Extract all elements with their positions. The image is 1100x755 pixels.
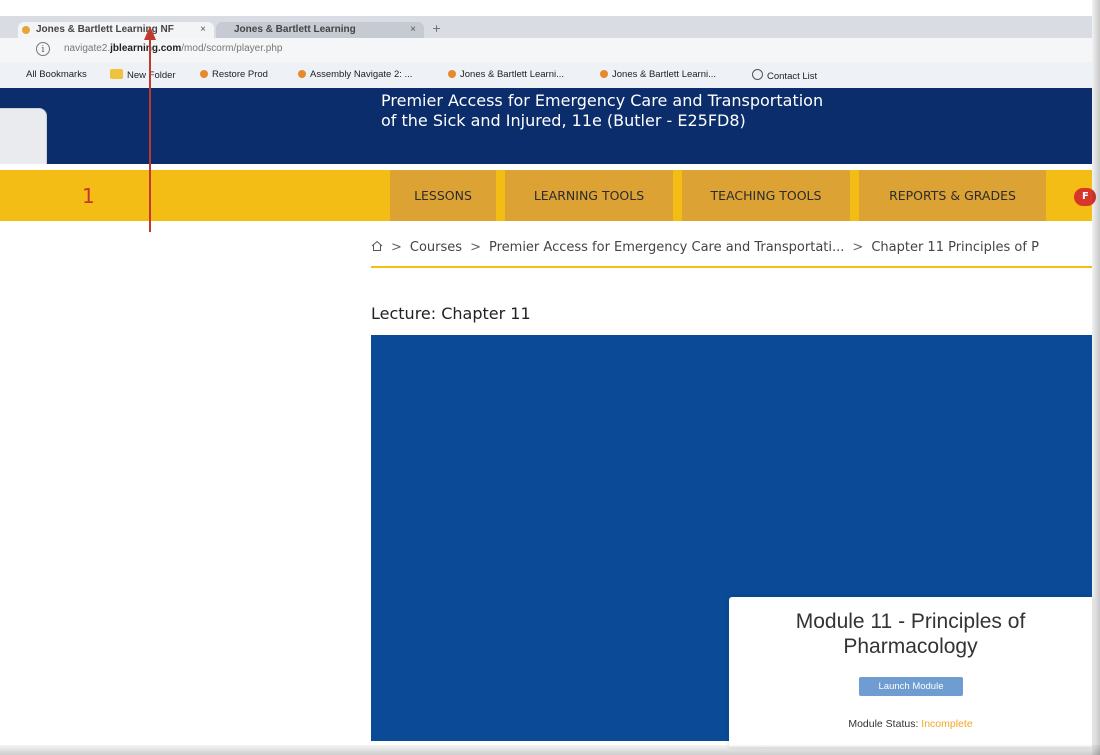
module-status-value: Incomplete — [921, 718, 973, 730]
breadcrumb-separator: > — [852, 240, 864, 255]
breadcrumb-chapter[interactable]: Chapter 11 Principles of P — [871, 240, 1039, 255]
module-title-line2: Pharmacology — [843, 635, 978, 658]
frame-shadow-right — [1092, 0, 1100, 755]
breadcrumb-courses[interactable]: Courses — [410, 240, 462, 255]
launch-module-button[interactable]: Launch Module — [859, 677, 963, 696]
breadcrumb-underline — [371, 266, 1092, 268]
lecture-title: Lecture: Chapter 11 — [371, 304, 531, 323]
module-status: Module Status: Incomplete — [729, 718, 1092, 730]
breadcrumb-separator: > — [470, 240, 481, 255]
home-icon[interactable] — [371, 240, 383, 252]
module-card: Module 11 - Principles of Pharmacology L… — [729, 597, 1092, 747]
module-title-line1: Module 11 - Principles of — [795, 610, 1026, 633]
breadcrumb-course[interactable]: Premier Access for Emergency Care and Tr… — [489, 240, 844, 255]
module-title: Module 11 - Principles of Pharmacology — [729, 609, 1092, 659]
frame-shadow-bottom — [0, 745, 1100, 755]
breadcrumb-separator: > — [391, 240, 402, 255]
screenshot-frame: Jones & Bartlett Learning NF × Jones & B… — [0, 0, 1100, 755]
breadcrumb: > Courses > Premier Access for Emergency Ca… — [371, 240, 1092, 266]
module-status-label: Module Status: — [848, 718, 922, 730]
